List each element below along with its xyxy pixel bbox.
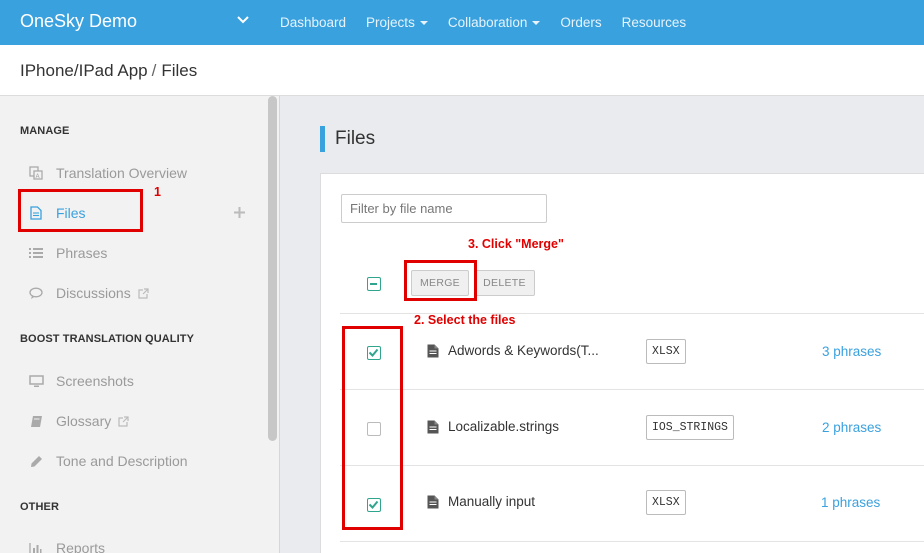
section-title-other: OTHER xyxy=(20,501,59,513)
file-name[interactable]: Manually input xyxy=(448,494,535,509)
add-file-icon[interactable] xyxy=(233,206,246,219)
phrases-link[interactable]: 1 phrases xyxy=(821,495,880,510)
breadcrumb-project[interactable]: IPhone/IPad App xyxy=(20,61,148,80)
row-divider xyxy=(340,465,924,466)
sidebar-scrollbar[interactable] xyxy=(268,96,277,441)
file-icon xyxy=(427,420,439,434)
book-icon xyxy=(28,414,44,428)
sidebar-item-screenshots[interactable]: Screenshots xyxy=(28,373,134,389)
file-type-badge: XLSX xyxy=(646,490,686,515)
page-title: Files xyxy=(335,128,376,149)
annotation-step-3: 3. Click "Merge" xyxy=(468,237,564,251)
nav-collaboration[interactable]: Collaboration xyxy=(448,15,541,30)
top-navbar: OneSky Demo Dashboard Projects Collabora… xyxy=(0,0,924,45)
file-name[interactable]: Adwords & Keywords(T... xyxy=(448,343,599,358)
file-type-badge: XLSX xyxy=(646,339,686,364)
chat-icon xyxy=(28,286,44,300)
sidebar-item-glossary[interactable]: Glossary xyxy=(28,413,129,429)
nav-resources[interactable]: Resources xyxy=(622,15,687,30)
sidebar-item-tone[interactable]: Tone and Description xyxy=(28,453,188,469)
sidebar-item-phrases[interactable]: Phrases xyxy=(28,245,107,261)
sidebar-item-discussions[interactable]: Discussions xyxy=(28,285,149,301)
breadcrumb-current: Files xyxy=(161,61,198,80)
bar-chart-icon xyxy=(28,541,44,553)
breadcrumb-separator: / xyxy=(151,61,157,80)
title-accent-bar xyxy=(320,126,325,152)
page-header: IPhone/IPad App / Files xyxy=(0,45,924,96)
phrases-link[interactable]: 3 phrases xyxy=(822,344,881,359)
file-icon xyxy=(427,344,439,358)
annotation-box-checkboxes xyxy=(342,326,403,530)
file-icon xyxy=(427,495,439,509)
annotation-step-2: 2. Select the files xyxy=(414,313,516,327)
annotation-box-merge xyxy=(404,260,477,301)
translate-icon: A xyxy=(28,166,44,180)
brand-name[interactable]: OneSky Demo xyxy=(20,11,137,32)
monitor-icon xyxy=(28,374,44,388)
nav-dashboard[interactable]: Dashboard xyxy=(280,15,346,30)
annotation-step-1: 1 xyxy=(154,185,161,199)
phrases-link[interactable]: 2 phrases xyxy=(822,420,881,435)
nav-orders[interactable]: Orders xyxy=(560,15,601,30)
section-title-boost: BOOST TRANSLATION QUALITY xyxy=(20,333,195,345)
filter-input[interactable] xyxy=(341,194,547,223)
nav-projects[interactable]: Projects xyxy=(366,15,428,30)
sidebar-item-translation-overview[interactable]: A Translation Overview xyxy=(28,165,187,181)
external-link-icon xyxy=(118,415,129,427)
file-type-badge: IOS_STRINGS xyxy=(646,415,734,440)
select-all-checkbox[interactable] xyxy=(367,277,381,291)
chevron-down-icon[interactable] xyxy=(236,13,250,27)
caret-down-icon xyxy=(532,20,541,25)
external-link-icon xyxy=(138,287,149,299)
caret-down-icon xyxy=(419,20,428,25)
delete-button[interactable]: DELETE xyxy=(474,270,535,296)
pencil-icon xyxy=(28,454,44,468)
sidebar-item-reports[interactable]: Reports xyxy=(28,540,105,553)
main-nav: Dashboard Projects Collaboration Orders … xyxy=(280,0,706,45)
breadcrumb: IPhone/IPad App / Files xyxy=(20,61,197,81)
annotation-box-files xyxy=(18,189,143,232)
section-title-manage: MANAGE xyxy=(20,125,70,137)
file-name[interactable]: Localizable.strings xyxy=(448,419,559,434)
list-icon xyxy=(28,246,44,260)
row-divider xyxy=(340,541,924,542)
row-divider xyxy=(340,389,924,390)
